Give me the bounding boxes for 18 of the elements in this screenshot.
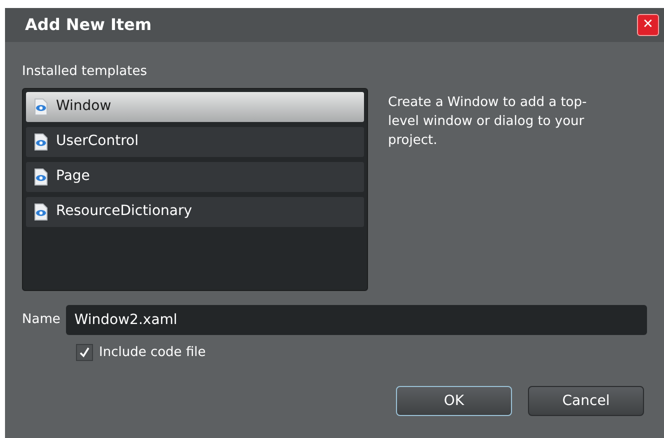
- name-label: Name: [22, 310, 60, 329]
- cancel-button[interactable]: Cancel: [528, 386, 644, 416]
- checkbox-label: Include code file: [99, 344, 206, 362]
- document-icon: [34, 202, 48, 220]
- window-title: Add New Item: [25, 14, 152, 36]
- close-button[interactable]: ✕: [637, 14, 659, 36]
- section-label: Installed templates: [22, 63, 148, 81]
- document-icon: [34, 98, 48, 116]
- ok-button[interactable]: OK: [396, 386, 512, 416]
- template-item[interactable]: Window: [26, 92, 364, 122]
- template-description: Create a Window to add a top-level window or dialog to your project.: [388, 94, 588, 150]
- checkbox[interactable]: [76, 344, 93, 361]
- name-field[interactable]: Window2.xaml: [66, 304, 647, 334]
- template-item[interactable]: ResourceDictionary: [26, 196, 364, 226]
- document-icon: [34, 132, 48, 150]
- template-item[interactable]: Page: [26, 162, 364, 192]
- template-item[interactable]: UserControl: [26, 126, 364, 156]
- document-icon: [34, 168, 48, 186]
